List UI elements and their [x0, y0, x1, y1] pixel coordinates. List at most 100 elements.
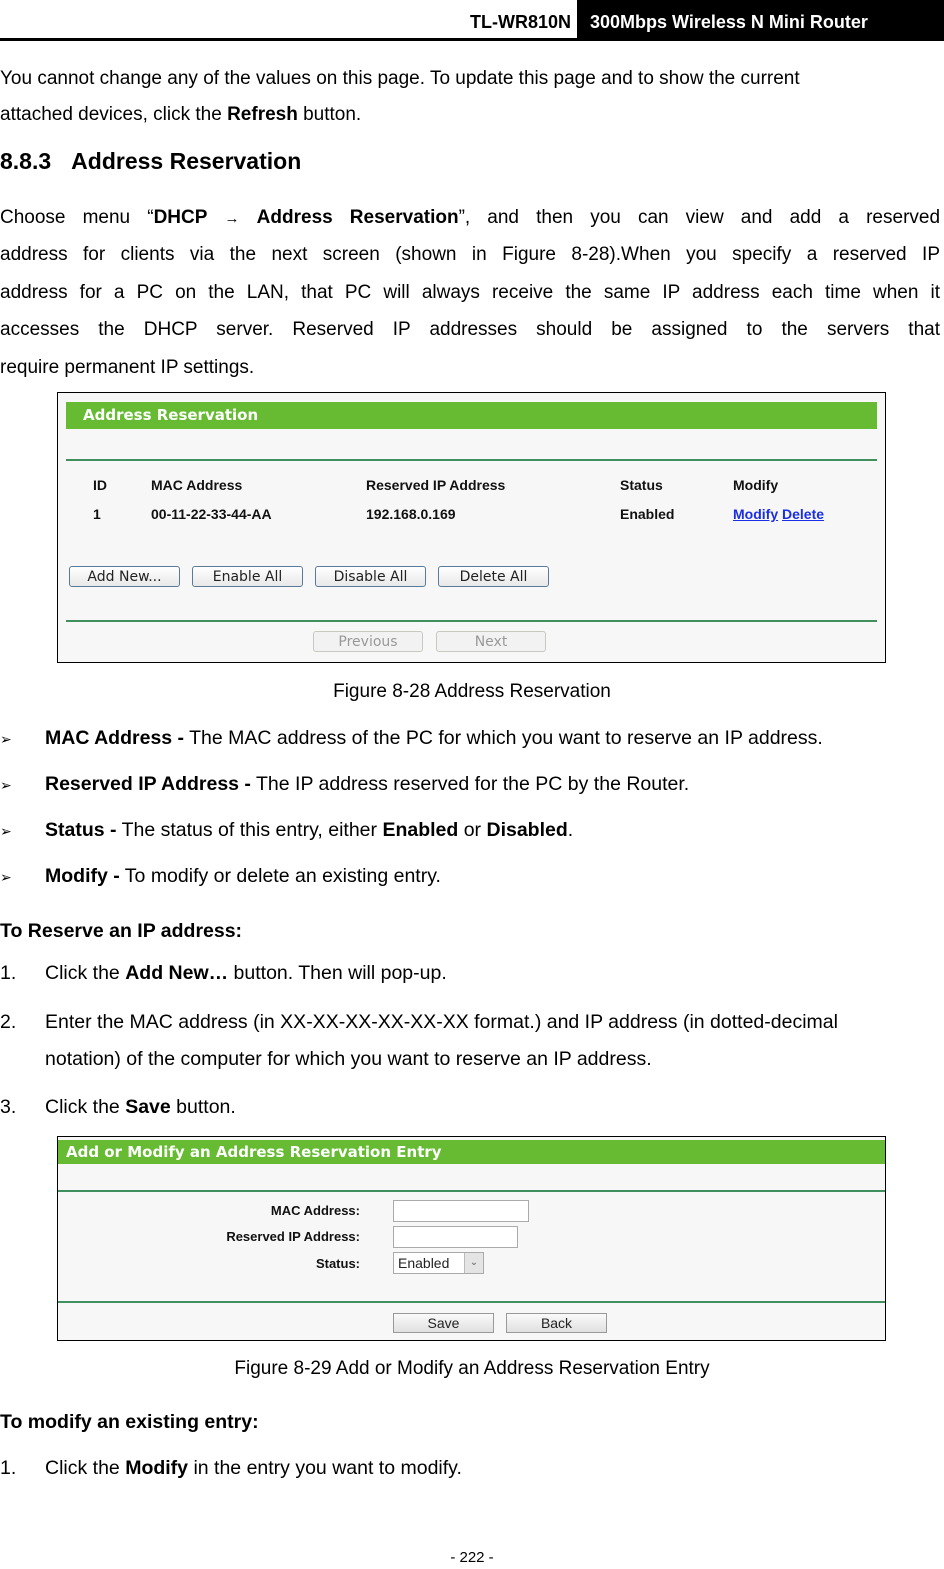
back-button[interactable]: Back: [506, 1313, 607, 1333]
bullet-text: MAC Address - The MAC address of the PC …: [45, 727, 823, 750]
bullet-arrow-icon: ➢: [0, 777, 12, 793]
bullet-modify: ➢ Modify - To modify or delete an existi…: [0, 865, 944, 891]
arrow-right-icon: →: [224, 210, 240, 227]
col-ip: Reserved IP Address: [366, 477, 506, 493]
row-mac: 00-11-22-33-44-AA: [151, 506, 272, 522]
step-number: 1.: [0, 962, 17, 984]
status-select[interactable]: Enabled ⌄: [393, 1252, 484, 1274]
term: MAC Address -: [45, 727, 185, 749]
reserved-ip-input[interactable]: [393, 1226, 518, 1248]
term: Modify -: [45, 865, 120, 887]
add-new-button[interactable]: Add New...: [69, 566, 180, 587]
reserved-ip-label: Reserved IP Address:: [226, 1229, 360, 1244]
text: button.: [170, 1096, 236, 1118]
col-status: Status: [620, 477, 663, 493]
term: Reserved IP Address -: [45, 773, 251, 795]
row-actions: Modify Delete: [733, 506, 824, 522]
bullet-text: Reserved IP Address - The IP address res…: [45, 773, 689, 796]
disable-all-button[interactable]: Disable All: [315, 566, 426, 587]
text: in the entry you want to modify.: [188, 1457, 462, 1479]
para-line-4: accesses the DHCP server. Reserved IP ad…: [0, 319, 940, 340]
row-status: Enabled: [620, 506, 675, 522]
section-title: Address Reservation: [71, 148, 302, 174]
para-line-5: require permanent IP settings.: [0, 357, 255, 378]
figure-caption-1: Figure 8-28 Address Reservation: [333, 681, 611, 702]
header-rule: [0, 38, 944, 41]
step-number: 1.: [0, 1457, 17, 1479]
intro-text: button.: [297, 104, 362, 125]
mac-address-input[interactable]: [393, 1200, 529, 1222]
desc: The IP address reserved for the PC by th…: [250, 773, 690, 795]
chevron-down-icon[interactable]: ⌄: [464, 1253, 483, 1273]
term: Disabled: [486, 819, 568, 841]
step-text: Click the Add New… button. Then will pop…: [45, 962, 447, 985]
intro-line-2: attached devices, click the Refresh butt…: [0, 96, 361, 134]
enable-all-button[interactable]: Enable All: [192, 566, 303, 587]
save-button[interactable]: Save: [393, 1313, 494, 1333]
row-ip: 192.168.0.169: [366, 506, 456, 522]
reserve-step-2-cont: notation) of the computer for which you …: [0, 1048, 944, 1074]
desc: or: [458, 819, 487, 841]
term: Add New…: [125, 962, 229, 984]
panel-title: Add or Modify an Address Reservation Ent…: [58, 1140, 885, 1164]
intro-text: attached devices, click the: [0, 104, 228, 125]
figure-add-modify-entry: Add or Modify an Address Reservation Ent…: [57, 1136, 886, 1341]
col-mac: MAC Address: [151, 477, 243, 493]
reserve-step-3: 3. Click the Save button.: [0, 1096, 944, 1122]
step-text: Click the Save button.: [45, 1096, 236, 1119]
section-heading: 8.8.3 Address Reservation: [0, 148, 301, 175]
desc: The MAC address of the PC for which you …: [184, 727, 823, 749]
step-number: 2.: [0, 1011, 17, 1033]
panel-title: Address Reservation: [66, 402, 877, 429]
status-label: Status:: [315, 1256, 360, 1271]
desc: To modify or delete an existing entry.: [119, 865, 441, 887]
term: Modify: [125, 1457, 189, 1479]
para-text: Choose menu “: [0, 207, 154, 228]
reserve-step-1: 1. Click the Add New… button. Then will …: [0, 962, 944, 988]
row-id: 1: [93, 506, 101, 522]
para-line-1: Choose menu “DHCP → Address Reservation”…: [0, 199, 940, 238]
col-modify: Modify: [733, 477, 779, 493]
modify-link[interactable]: Modify: [733, 506, 778, 522]
reserve-step-2: 2. Enter the MAC address (in XX-XX-XX-XX…: [0, 1011, 944, 1037]
step-text: Click the Modify in the entry you want t…: [45, 1457, 462, 1480]
text: Click the: [45, 1096, 126, 1118]
delete-link[interactable]: Delete: [782, 506, 824, 522]
reserve-heading: To Reserve an IP address:: [0, 920, 243, 942]
text: Click the: [45, 1457, 126, 1479]
desc: The status of this entry, either: [116, 819, 383, 841]
text: Click the: [45, 962, 126, 984]
menu-address-reservation: Address Reservation: [256, 207, 459, 228]
delete-all-button[interactable]: Delete All: [438, 566, 549, 587]
bullet-arrow-icon: ➢: [0, 823, 12, 839]
divider: [66, 459, 877, 461]
bullet-arrow-icon: ➢: [0, 731, 12, 747]
divider: [66, 620, 877, 622]
term: Status -: [45, 819, 117, 841]
bullet-text: Modify - To modify or delete an existing…: [45, 865, 441, 888]
header-product: 300Mbps Wireless N Mini Router: [590, 12, 868, 32]
next-button[interactable]: Next: [436, 631, 546, 652]
figure-caption-2: Figure 8-29 Add or Modify an Address Res…: [234, 1358, 710, 1379]
desc: .: [567, 819, 574, 841]
step-text: Enter the MAC address (in XX-XX-XX-XX-XX…: [45, 1011, 838, 1033]
bullet-ip: ➢ Reserved IP Address - The IP address r…: [0, 773, 944, 799]
modify-heading: To modify an existing entry:: [0, 1411, 259, 1433]
bullet-arrow-icon: ➢: [0, 869, 12, 885]
section-number: 8.8.3: [0, 148, 52, 174]
col-id: ID: [93, 477, 107, 493]
refresh-term: Refresh: [227, 104, 298, 125]
mac-address-label: MAC Address:: [270, 1203, 360, 1218]
header-model: TL-WR810N: [470, 12, 572, 32]
divider: [58, 1301, 885, 1303]
page-number: - 222 -: [450, 1549, 494, 1566]
term: Enabled: [382, 819, 459, 841]
modify-step-1: 1. Click the Modify in the entry you wan…: [0, 1457, 944, 1483]
previous-button[interactable]: Previous: [313, 631, 423, 652]
text: button. Then will pop-up.: [228, 962, 447, 984]
menu-dhcp: DHCP: [153, 207, 208, 228]
para-line-2: address for clients via the next screen …: [0, 244, 940, 265]
divider: [58, 1190, 885, 1192]
bullet-text: Status - The status of this entry, eithe…: [45, 819, 573, 842]
para-text: ”, and then you can view and add a reser…: [458, 207, 941, 228]
